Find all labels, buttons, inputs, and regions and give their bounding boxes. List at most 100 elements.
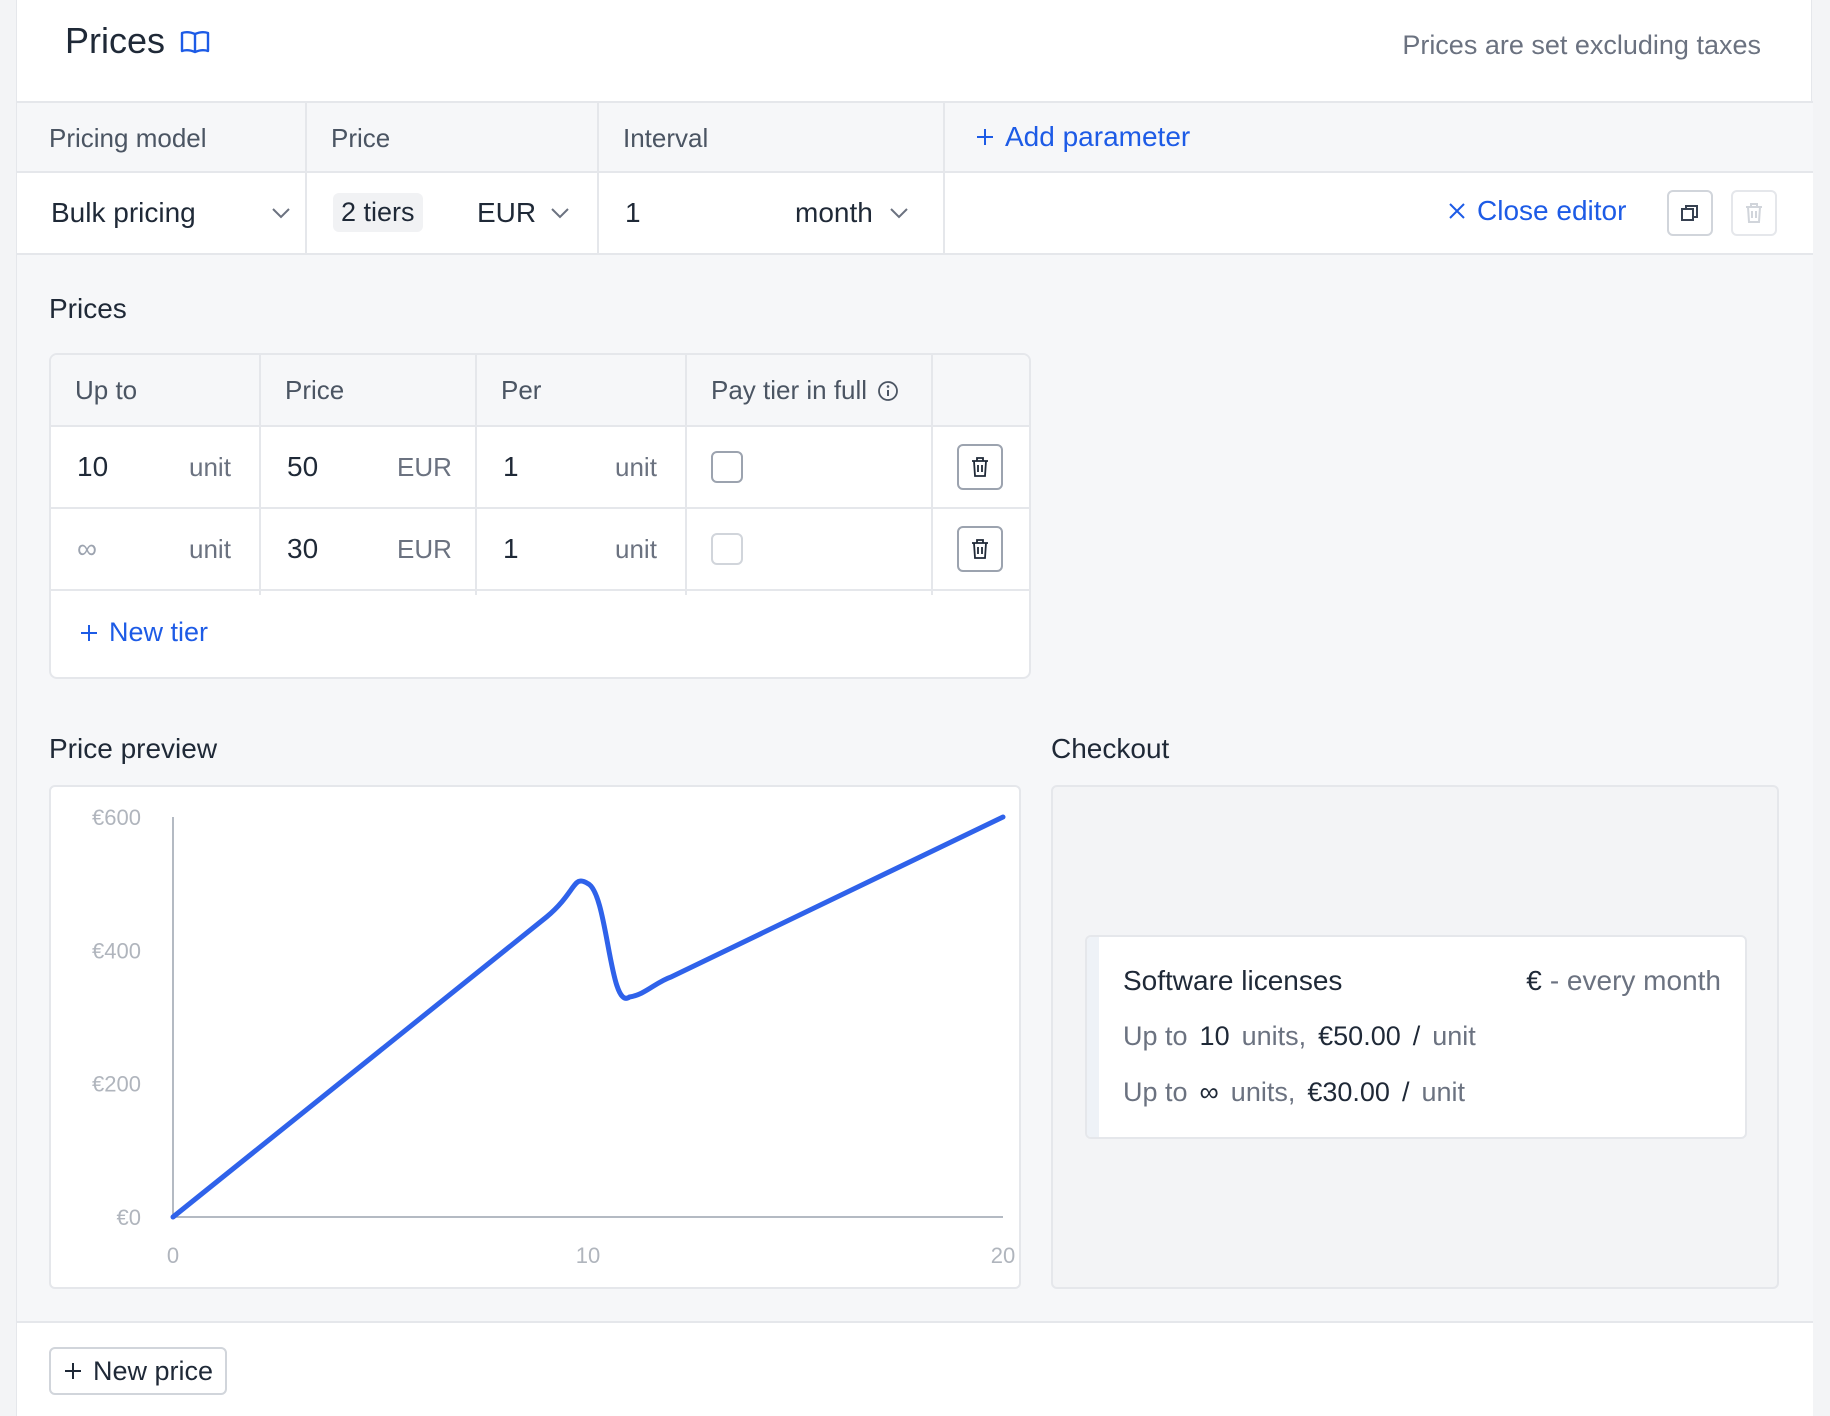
plus-icon (81, 624, 97, 641)
pricing-model-value: Bulk pricing (51, 197, 196, 228)
chevron-down-icon (272, 208, 290, 219)
info-icon[interactable] (877, 380, 899, 402)
close-editor-button[interactable]: Close editor (1447, 195, 1626, 227)
chart-svg: €0 €200 €400 €600 0 10 20 (92, 805, 1015, 1268)
trash-icon (972, 457, 988, 477)
new-price-button[interactable]: New price (49, 1347, 228, 1395)
chevron-down-icon (551, 208, 569, 219)
tier-price-currency: EUR (397, 452, 452, 482)
new-tier-label: New tier (109, 617, 209, 647)
tier-header-row: Up to Price Per Pay tier in full (51, 355, 1029, 427)
header-price: Price (331, 123, 391, 153)
checkout-line-2: Up to ∞ units, €30.00 / unit (1123, 1077, 1465, 1108)
line-qty: ∞ (1199, 1077, 1219, 1107)
header-pay-tier-in-full: Pay tier in full (711, 375, 899, 406)
price-summary: € - every month (1526, 965, 1721, 997)
checkout-summary-card: Software licenses € - every month Up to … (1085, 935, 1747, 1139)
price-editor: Prices Up to Price Per Pay tier in full … (17, 255, 1813, 1321)
new-tier-button[interactable]: New tier (79, 617, 208, 648)
tier-price-input[interactable]: 50 (287, 451, 318, 483)
y-tick-label: €400 (92, 938, 141, 963)
checkout-preview: Software licenses € - every month Up to … (1051, 785, 1779, 1289)
price-line-series (170, 814, 1006, 1220)
currency-select[interactable]: EUR (477, 173, 570, 253)
checkout-line-1: Up to 10 units, €50.00 / unit (1123, 1021, 1476, 1052)
header-up-to: Up to (75, 375, 138, 405)
price-preview-chart: €0 €200 €400 €600 0 10 20 (49, 785, 1021, 1289)
header-interval: Interval (623, 123, 709, 153)
interval-count-input[interactable]: 1 (625, 197, 641, 229)
pay-tier-in-full-checkbox[interactable] (711, 451, 743, 483)
add-parameter-button[interactable]: Add parameter (975, 121, 1190, 153)
per-unit: unit (615, 534, 657, 564)
checkout-title: Checkout (1051, 733, 1170, 764)
delete-tier-button[interactable] (957, 526, 1003, 572)
delete-price-button[interactable] (1731, 190, 1777, 236)
line-qty: 10 (1199, 1021, 1230, 1051)
price-summary-symbol: € (1526, 965, 1542, 996)
prices-section-title: Prices (49, 293, 127, 324)
prices-panel: Prices Prices are set excluding taxes Pr… (16, 0, 1813, 1416)
per-input[interactable]: 1 (503, 451, 519, 483)
up-to-input[interactable]: 10 (77, 451, 108, 483)
line-slash: / (1401, 1077, 1410, 1107)
tax-note: Prices are set excluding taxes (1402, 30, 1761, 60)
header-tier-price: Price (285, 375, 345, 405)
pricing-model-select[interactable]: Bulk pricing (51, 173, 291, 253)
tier-price-input[interactable]: 30 (287, 533, 318, 565)
up-to-input[interactable]: ∞ (77, 533, 97, 565)
duplicate-icon (1681, 205, 1698, 221)
up-to-unit: unit (189, 534, 231, 564)
price-summary-rest: - every month (1549, 965, 1721, 996)
page-title: Prices (65, 20, 211, 62)
book-icon[interactable] (179, 25, 211, 57)
trash-icon (1746, 203, 1762, 223)
x-tick-label: 20 (991, 1243, 1015, 1268)
tier-price-currency: EUR (397, 534, 452, 564)
currency-value: EUR (477, 197, 537, 228)
y-tick-label: €600 (92, 805, 141, 830)
line-prefix: Up to (1123, 1077, 1188, 1107)
line-amount: €50.00 (1318, 1021, 1401, 1051)
table-row: ∞ unit 30 EUR 1 unit (51, 509, 1029, 591)
plus-icon (977, 129, 993, 145)
plus-icon (65, 1363, 81, 1379)
interval-unit-value: month (795, 197, 873, 228)
up-to-unit: unit (189, 452, 231, 482)
price-preview-title: Price preview (49, 733, 218, 764)
footer: New price (17, 1321, 1813, 1416)
chevron-down-icon (890, 208, 908, 219)
add-parameter-label: Add parameter (1005, 121, 1191, 152)
product-name: Software licenses (1123, 965, 1343, 996)
tier-table: Up to Price Per Pay tier in full 10 unit… (49, 353, 1031, 679)
interval-unit-select[interactable]: month (795, 173, 909, 253)
header-per: Per (501, 375, 542, 405)
line-units: units, (1230, 1077, 1296, 1107)
delete-tier-button[interactable] (957, 444, 1003, 490)
per-input[interactable]: 1 (503, 533, 519, 565)
close-icon (1449, 203, 1465, 219)
close-editor-label: Close editor (1477, 195, 1627, 226)
x-tick-label: 0 (167, 1243, 179, 1268)
parameter-table: Pricing model Price Interval Add paramet… (17, 101, 1813, 255)
pay-tier-in-full-checkbox[interactable] (711, 533, 743, 565)
x-tick-label: 10 (576, 1243, 600, 1268)
duplicate-button[interactable] (1667, 190, 1713, 236)
page-title-text: Prices (65, 20, 166, 61)
tiers-chip[interactable]: 2 tiers (333, 193, 423, 232)
table-row: 10 unit 50 EUR 1 unit (51, 427, 1029, 509)
per-unit: unit (615, 452, 657, 482)
trash-icon (972, 539, 988, 559)
parameter-header-row: Pricing model Price Interval Add paramet… (17, 101, 1813, 173)
parameter-values-row: Bulk pricing 2 tiers EUR 1 month Close e… (17, 173, 1813, 255)
pay-tier-in-full-label: Pay tier in full (711, 375, 868, 405)
line-slash: / (1412, 1021, 1421, 1051)
new-price-label: New price (93, 1355, 214, 1386)
summary-accent-bar (1087, 937, 1099, 1137)
line-prefix: Up to (1123, 1021, 1188, 1051)
line-unit: unit (1421, 1077, 1465, 1107)
line-amount: €30.00 (1307, 1077, 1390, 1107)
line-unit: unit (1432, 1021, 1476, 1051)
line-units: units, (1241, 1021, 1307, 1051)
y-tick-label: €0 (117, 1205, 141, 1230)
